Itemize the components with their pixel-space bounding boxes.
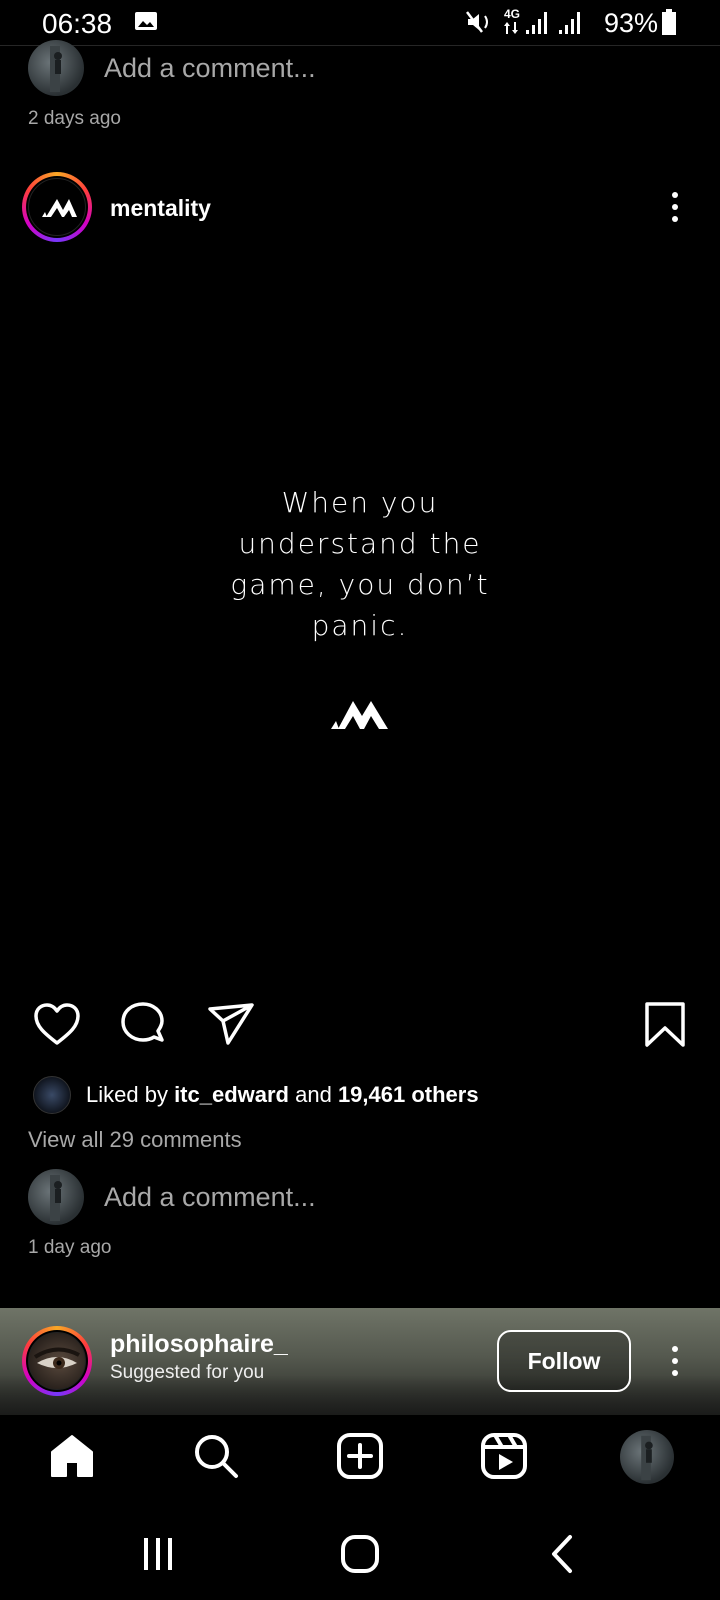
back-icon[interactable] — [548, 1534, 576, 1574]
suggested-username[interactable]: philosophaire_ — [110, 1330, 288, 1359]
share-icon[interactable] — [206, 1000, 256, 1050]
reels-icon[interactable] — [480, 1432, 528, 1480]
bottom-nav — [0, 1416, 720, 1506]
eye-icon — [33, 1347, 80, 1369]
mentality-logo-icon — [42, 199, 77, 217]
quote-line: game, you don’t — [230, 568, 490, 601]
story-avatar[interactable] — [22, 172, 92, 242]
view-all-comments[interactable]: View all 29 comments — [28, 1127, 242, 1153]
profile-icon[interactable] — [620, 1430, 674, 1484]
avatar[interactable] — [28, 40, 84, 96]
bookmark-icon[interactable] — [640, 1000, 690, 1050]
status-time: 06:38 — [42, 8, 113, 39]
more-options-icon[interactable] — [672, 1346, 678, 1382]
post-quote: When you understand the game, you don’t … — [0, 482, 720, 646]
liked-by-text[interactable]: Liked by itc_edward and 19,461 others — [86, 1082, 479, 1108]
avatar[interactable] — [28, 1169, 84, 1225]
create-icon[interactable] — [336, 1432, 384, 1480]
battery-icon — [662, 9, 676, 35]
liked-user[interactable]: itc_edward — [174, 1082, 289, 1107]
quote-line: understand the — [238, 527, 482, 560]
liked-and: and — [289, 1082, 338, 1107]
post-timestamp: 1 day ago — [28, 1237, 112, 1258]
like-heart-icon[interactable] — [32, 1000, 82, 1050]
quote-line: panic. — [311, 609, 409, 642]
recents-icon[interactable] — [140, 1536, 176, 1572]
gallery-icon — [135, 12, 157, 30]
comment-icon[interactable] — [118, 1000, 168, 1050]
comment-input[interactable]: Add a comment... — [104, 1182, 316, 1213]
liked-others[interactable]: 19,461 others — [338, 1082, 479, 1107]
signal-icon — [559, 12, 580, 34]
status-divider — [0, 45, 720, 46]
home-button-icon[interactable] — [340, 1534, 380, 1574]
search-icon[interactable] — [192, 1432, 240, 1480]
post-username[interactable]: mentality — [110, 195, 211, 222]
liker-avatar[interactable] — [33, 1076, 71, 1114]
comment-input[interactable]: Add a comment... — [104, 53, 316, 84]
system-nav-bar — [0, 1506, 720, 1600]
more-options-icon[interactable] — [672, 192, 678, 228]
follow-button[interactable]: Follow — [497, 1330, 631, 1392]
home-icon[interactable] — [48, 1432, 96, 1480]
suggested-avatar[interactable] — [22, 1326, 92, 1396]
post-timestamp: 2 days ago — [28, 108, 121, 129]
mute-vibrate-icon — [466, 11, 488, 33]
mentality-logo-icon — [331, 701, 388, 729]
data-arrows-icon — [504, 22, 518, 34]
signal-icon — [526, 12, 547, 34]
status-bar: 06:38 4G 93% — [0, 0, 720, 46]
battery-percent: 93% — [604, 8, 659, 38]
network-label: 4G — [504, 7, 521, 21]
suggested-subtitle: Suggested for you — [110, 1362, 265, 1383]
liked-prefix: Liked by — [86, 1082, 175, 1107]
quote-line: When you — [281, 486, 439, 519]
